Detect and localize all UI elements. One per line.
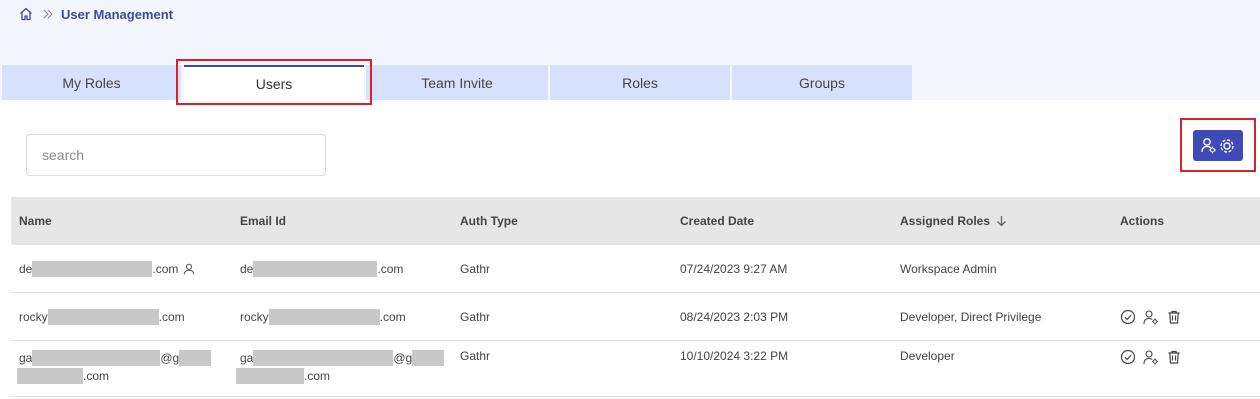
tab-groups[interactable]: Groups (732, 65, 912, 100)
email-text: .com (304, 369, 331, 383)
redacted-text (32, 260, 153, 277)
redacted-text (253, 260, 378, 277)
breadcrumb: User Management (18, 5, 173, 23)
actions-cell (1112, 349, 1260, 365)
search-input[interactable] (26, 134, 326, 176)
tab-team-invite[interactable]: Team Invite (366, 65, 548, 100)
redacted-text (47, 308, 159, 325)
email-cell: rocky .com (232, 308, 452, 326)
col-auth-type[interactable]: Auth Type (452, 214, 672, 228)
redacted-text (268, 308, 380, 325)
table-row: ga @g .com ga @g .com Gathr 10/10/2024 3… (11, 341, 1260, 397)
email-line: .com (236, 367, 452, 385)
col-email[interactable]: Email Id (232, 214, 452, 228)
check-circle-icon[interactable] (1120, 349, 1136, 365)
name-text: de (19, 261, 33, 276)
trash-icon[interactable] (1166, 349, 1182, 365)
col-actions: Actions (1120, 214, 1165, 228)
assigned-roles-cell: Developer, Direct Privilege (900, 309, 1042, 324)
current-user-icon (184, 263, 195, 275)
tab-roles[interactable]: Roles (550, 65, 730, 100)
redacted-text (32, 350, 161, 366)
email-text: .com (379, 309, 406, 324)
name-line: .com (17, 367, 232, 385)
users-tab-highlight (176, 59, 372, 105)
trash-icon[interactable] (1166, 309, 1182, 325)
name-cell: ga @g .com (11, 349, 232, 385)
created-date-cell: 07/24/2023 9:27 AM (680, 261, 788, 276)
user-settings-icon (1201, 137, 1234, 153)
email-text: .com (377, 261, 404, 276)
assigned-roles-cell: Developer (900, 349, 955, 363)
name-line: ga @g (19, 349, 232, 367)
auth-type-cell: Gathr (460, 309, 491, 324)
col-created-date[interactable]: Created Date (672, 214, 892, 228)
email-line: ga @g (240, 349, 452, 367)
created-date-cell: 08/24/2023 2:03 PM (680, 309, 789, 324)
table-row: de .com de .com Gathr 07/24/2023 9:27 AM… (11, 245, 1260, 293)
created-date-cell: 10/10/2024 3:22 PM (680, 349, 789, 363)
tab-bar: My Roles Users Team Invite Roles Groups (2, 65, 914, 100)
home-icon[interactable] (18, 6, 34, 22)
name-text: .com (158, 309, 185, 324)
double-chevron-right-icon (43, 9, 53, 19)
table-header: Name Email Id Auth Type Created Date Ass… (11, 197, 1260, 245)
email-cell: de .com (232, 260, 452, 278)
name-cell: rocky .com (11, 308, 232, 326)
redacted-text (179, 350, 212, 366)
user-settings-icon[interactable] (1143, 309, 1159, 325)
email-text: @g (393, 351, 413, 365)
auth-type-cell: Gathr (460, 261, 491, 276)
name-text: rocky (19, 309, 48, 324)
col-name[interactable]: Name (11, 214, 232, 228)
col-assigned-roles[interactable]: Assigned Roles (892, 214, 1112, 228)
col-assigned-roles-label: Assigned Roles (900, 214, 991, 228)
user-settings-icon[interactable] (1143, 349, 1159, 365)
user-role-settings-button[interactable] (1193, 130, 1243, 161)
redacted-text (236, 368, 304, 384)
name-text: ga (19, 351, 33, 365)
email-text: de (240, 261, 254, 276)
auth-type-cell: Gathr (460, 349, 491, 363)
check-circle-icon[interactable] (1120, 309, 1136, 325)
page-title[interactable]: User Management (61, 7, 173, 22)
email-text: ga (240, 351, 254, 365)
redacted-text (17, 368, 83, 384)
assigned-roles-cell: Workspace Admin (900, 261, 997, 276)
redacted-text (412, 350, 445, 366)
users-table: Name Email Id Auth Type Created Date Ass… (11, 197, 1260, 397)
email-text: rocky (240, 309, 269, 324)
actions-cell (1112, 309, 1260, 325)
name-text: .com (83, 369, 110, 383)
name-cell: de .com (11, 260, 232, 278)
name-text: .com (152, 261, 179, 276)
sort-arrow-down-icon[interactable] (996, 215, 1007, 227)
email-cell: ga @g .com (232, 349, 452, 385)
table-row: rocky .com rocky .com Gathr 08/24/2023 2… (11, 293, 1260, 341)
name-text: @g (160, 351, 180, 365)
redacted-text (253, 350, 394, 366)
tab-my-roles[interactable]: My Roles (2, 65, 181, 100)
